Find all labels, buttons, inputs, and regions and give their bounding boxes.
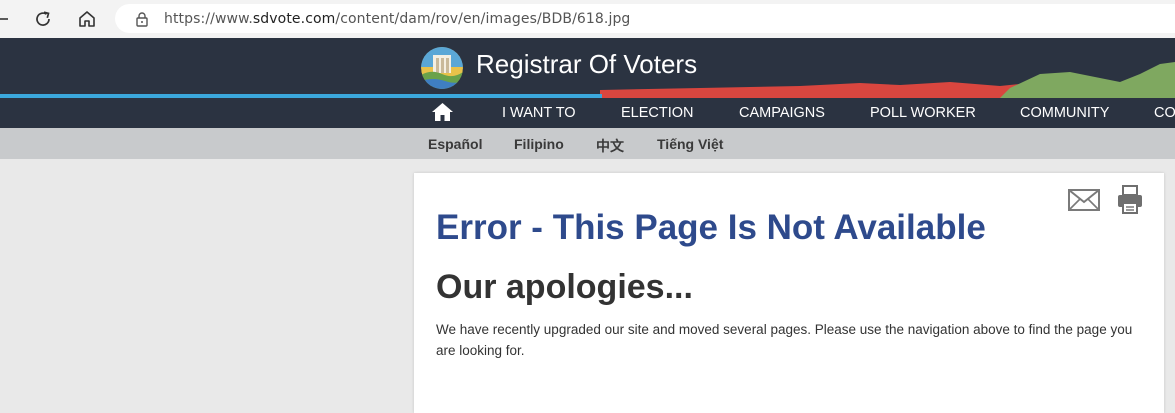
site-logo[interactable] — [421, 47, 463, 89]
url-text: https://www.sdvote.com/content/dam/rov/e… — [164, 11, 631, 27]
nav-item-i-want-to[interactable]: I WANT TO — [502, 105, 576, 121]
reload-icon[interactable] — [30, 6, 56, 32]
address-bar[interactable]: https://www.sdvote.com/content/dam/rov/e… — [115, 4, 1175, 33]
language-bar: Español Filipino 中文 Tiếng Việt — [0, 128, 1175, 159]
site-title[interactable]: Registrar Of Voters — [476, 49, 697, 80]
language-chinese[interactable]: 中文 — [596, 136, 624, 156]
nav-item-election[interactable]: ELECTION — [621, 105, 694, 121]
home-icon[interactable] — [431, 101, 454, 128]
browser-toolbar: https://www.sdvote.com/content/dam/rov/e… — [0, 0, 1175, 38]
page-title: Error - This Page Is Not Available — [436, 208, 986, 247]
nav-item-poll-worker[interactable]: POLL WORKER — [870, 105, 976, 121]
mail-icon[interactable] — [1068, 188, 1100, 217]
back-arrow-icon[interactable] — [0, 6, 14, 32]
language-filipino[interactable]: Filipino — [514, 136, 564, 152]
nav-item-campaigns[interactable]: CAMPAIGNS — [739, 105, 825, 121]
print-icon[interactable] — [1117, 185, 1143, 220]
error-message: We have recently upgraded our site and m… — [436, 322, 1133, 358]
apology-heading: Our apologies... — [436, 268, 693, 306]
main-nav: I WANT TO ELECTION CAMPAIGNS POLL WORKER… — [0, 98, 1175, 128]
nav-item-truncated[interactable]: CO — [1154, 105, 1175, 121]
language-espanol[interactable]: Español — [428, 136, 482, 152]
site-header: Registrar Of Voters — [0, 38, 1175, 98]
content-card: Error - This Page Is Not Available Our a… — [414, 173, 1164, 413]
browser-home-icon[interactable] — [74, 6, 100, 32]
lock-icon[interactable] — [135, 11, 149, 32]
language-vietnamese[interactable]: Tiếng Việt — [657, 136, 723, 152]
nav-item-community[interactable]: COMMUNITY — [1020, 105, 1109, 121]
